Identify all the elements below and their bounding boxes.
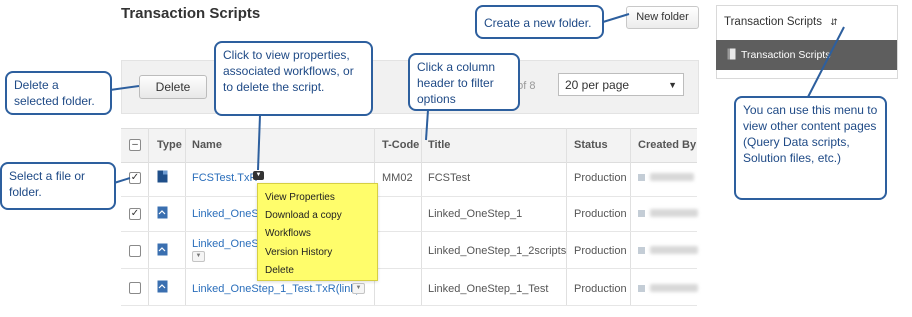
callout-delete: Delete a selected folder. xyxy=(5,71,112,115)
callout-new-folder: Create a new folder. xyxy=(475,5,604,39)
callout-select-file: Select a file or folder. xyxy=(0,162,116,210)
callout-column-header: Click a column header to filter options xyxy=(408,53,520,111)
callout-menu: You can use this menu to view other cont… xyxy=(734,96,887,200)
callout-properties: Click to view properties, associated wor… xyxy=(214,41,373,116)
